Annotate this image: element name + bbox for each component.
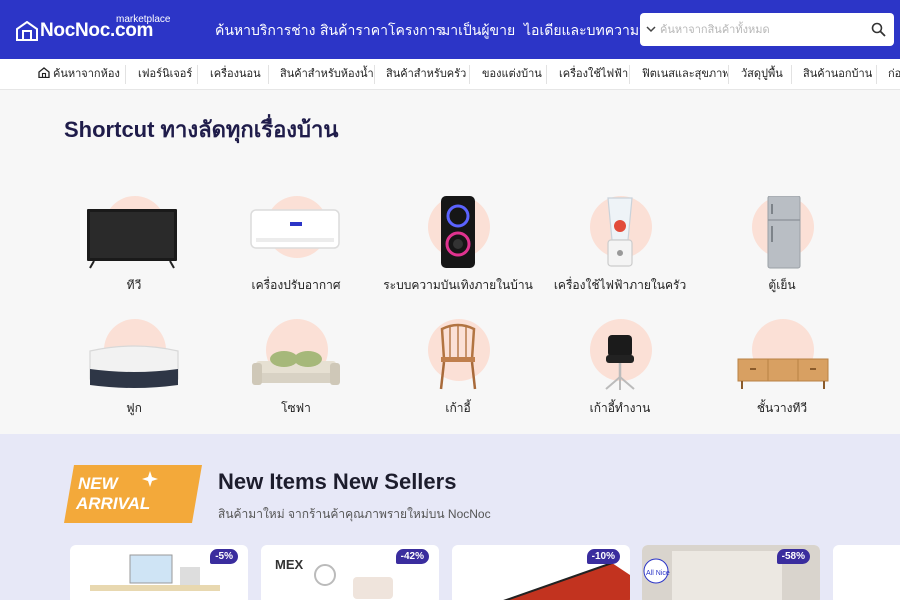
divider bbox=[197, 65, 198, 84]
category-bar: ค้นหาจากห้อง เฟอร์นิเจอร์ เครื่องนอน สิน… bbox=[0, 59, 900, 90]
category-appliances[interactable]: เครื่องใช้ไฟฟ้า bbox=[559, 59, 628, 90]
mattress-icon bbox=[89, 345, 179, 388]
search-box bbox=[640, 13, 894, 46]
brand-label: MEX bbox=[275, 557, 304, 572]
category-home-decor[interactable]: ของแต่งบ้าน bbox=[482, 59, 542, 90]
search-input[interactable] bbox=[660, 19, 860, 40]
category-outdoor[interactable]: สินค้านอกบ้าน bbox=[803, 59, 872, 90]
category-furniture[interactable]: เฟอร์นิเจอร์ bbox=[138, 59, 192, 90]
shortcut-label: โซฟา bbox=[281, 401, 311, 415]
divider bbox=[546, 65, 547, 84]
badge-line-2: ARRIVAL bbox=[75, 494, 150, 513]
discount-badge: -10% bbox=[586, 549, 620, 564]
home-icon bbox=[38, 67, 50, 78]
shortcut-label: ระบบความบันเทิงภายในบ้าน bbox=[383, 278, 533, 292]
badge-line-1: NEW bbox=[78, 474, 120, 493]
shortcut-label: ทีวี bbox=[126, 278, 142, 292]
top-header: NocNoc.com marketplace ค้นหาบริการช่าง ส… bbox=[0, 0, 900, 59]
new-arrival-badge: NEW ARRIVAL bbox=[64, 465, 202, 523]
office-chair-icon bbox=[605, 335, 635, 390]
category-flooring[interactable]: วัสดุปูพื้น bbox=[741, 59, 783, 90]
new-items-title: New Items New Sellers bbox=[218, 469, 457, 494]
category-construction[interactable]: ก่อ bbox=[888, 59, 900, 90]
category-fitness[interactable]: ฟิตเนสและสุขภาพ bbox=[642, 59, 730, 90]
chair-icon bbox=[439, 323, 477, 390]
discount-badge: -58% bbox=[776, 549, 810, 564]
shortcut-tv-stand[interactable]: ชั้นวางทีวี bbox=[702, 319, 862, 429]
shortcut-sofa[interactable]: โซฟา bbox=[216, 319, 376, 429]
product-card[interactable]: -10% bbox=[452, 545, 630, 600]
divider bbox=[268, 65, 269, 84]
sofa-icon bbox=[252, 351, 340, 385]
category-kitchen[interactable]: สินค้าสำหรับครัว bbox=[386, 59, 466, 90]
product-card[interactable]: All Nice -58% bbox=[642, 545, 820, 600]
shortcut-office-chair[interactable]: เก้าอี้ทำงาน bbox=[540, 319, 700, 429]
logo-subtext: marketplace bbox=[116, 14, 171, 25]
house-logo-icon bbox=[16, 21, 38, 41]
product-card[interactable]: -5% bbox=[70, 545, 248, 600]
divider bbox=[791, 65, 792, 84]
shortcut-mattress[interactable]: ฟูก bbox=[54, 319, 214, 429]
blender-icon bbox=[607, 197, 633, 267]
shortcut-chair[interactable]: เก้าอี้ bbox=[378, 319, 538, 429]
fridge-icon bbox=[767, 196, 801, 269]
category-bedding[interactable]: เครื่องนอน bbox=[210, 59, 261, 90]
divider bbox=[469, 65, 470, 84]
divider bbox=[374, 65, 375, 84]
divider bbox=[125, 65, 126, 84]
divider bbox=[728, 65, 729, 84]
logo[interactable]: NocNoc.com marketplace bbox=[16, 14, 170, 46]
shortcut-air-conditioner[interactable]: เครื่องปรับอากาศ bbox=[216, 196, 376, 306]
shortcut-label: เครื่องปรับอากาศ bbox=[251, 278, 341, 292]
air-conditioner-icon bbox=[250, 209, 340, 249]
divider bbox=[629, 65, 630, 84]
category-find-by-room[interactable]: ค้นหาจากห้อง bbox=[38, 59, 120, 90]
shortcut-label: เก้าอี้ทำงาน bbox=[589, 401, 651, 415]
nav-find-technician[interactable]: ค้นหาบริการช่าง bbox=[215, 20, 316, 42]
shortcut-tv[interactable]: ทีวี bbox=[54, 196, 214, 306]
category-bathroom[interactable]: สินค้าสำหรับห้องน้ำ bbox=[280, 59, 374, 90]
shortcut-fridge[interactable]: ตู้เย็น bbox=[702, 196, 862, 306]
shortcut-home-entertainment[interactable]: ระบบความบันเทิงภายในบ้าน bbox=[378, 196, 538, 306]
chevron-down-icon[interactable] bbox=[646, 24, 656, 34]
product-card[interactable]: MEX -42% bbox=[261, 545, 439, 600]
shortcut-kitchen-appliances[interactable]: เครื่องใช้ไฟฟ้าภายในครัว bbox=[540, 196, 700, 306]
speaker-icon bbox=[441, 196, 475, 268]
category-label: ค้นหาจากห้อง bbox=[53, 68, 120, 80]
brand-label: All Nice bbox=[646, 570, 670, 577]
shortcut-label: เก้าอี้ bbox=[445, 401, 471, 415]
product-card[interactable] bbox=[833, 545, 900, 600]
new-items-subtitle: สินค้ามาใหม่ จากร้านค้าคุณภาพรายใหม่บน N… bbox=[218, 507, 491, 521]
nav-become-seller[interactable]: มาเป็นผู้ขาย bbox=[441, 20, 515, 42]
search-icon[interactable] bbox=[871, 22, 886, 37]
divider bbox=[876, 65, 877, 84]
shortcut-title: Shortcut ทางลัดทุกเรื่องบ้าน bbox=[64, 117, 339, 142]
tv-icon bbox=[87, 209, 177, 269]
nav-project-price[interactable]: สินค้าราคาโครงการ bbox=[320, 20, 443, 42]
tv-stand-icon bbox=[737, 358, 829, 389]
shortcut-label: ฟูก bbox=[126, 401, 142, 415]
shortcut-label: เครื่องใช้ไฟฟ้าภายในครัว bbox=[553, 278, 687, 292]
shortcut-label: ตู้เย็น bbox=[768, 278, 796, 292]
shortcut-label: ชั้นวางทีวี bbox=[756, 401, 808, 415]
discount-badge: -5% bbox=[210, 549, 238, 564]
discount-badge: -42% bbox=[395, 549, 429, 564]
